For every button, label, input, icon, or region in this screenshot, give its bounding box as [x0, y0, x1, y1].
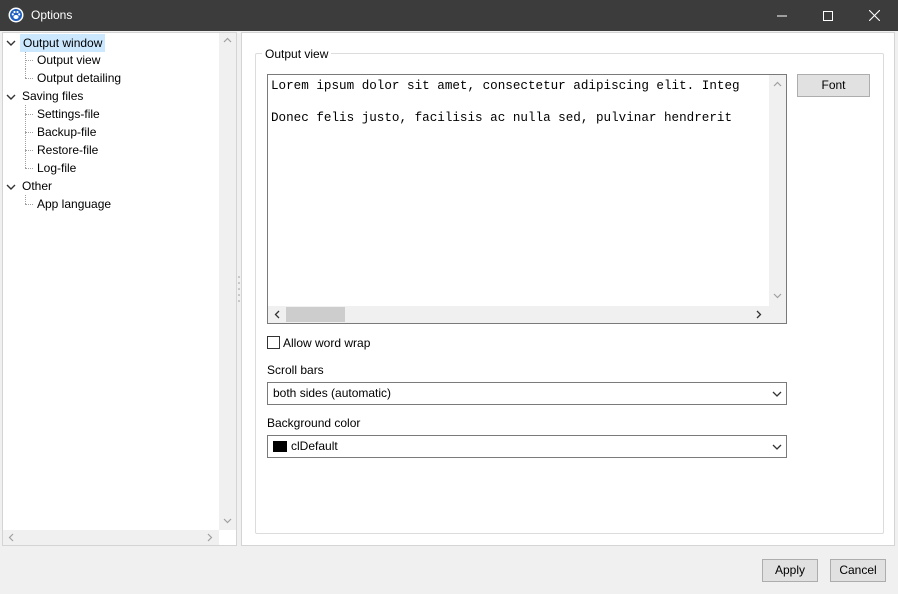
memo-line: Lorem ipsum dolor sit amet, consectetur … [271, 79, 740, 93]
title-bar: Options [0, 0, 898, 31]
tree-item-restore-file[interactable]: Restore-file [35, 142, 100, 160]
memo-horizontal-scrollbar[interactable] [268, 306, 769, 323]
paw-app-icon [8, 7, 24, 23]
minimize-button[interactable] [759, 0, 805, 31]
tree-item-saving-files[interactable]: Saving files [20, 88, 85, 106]
chevron-up-icon[interactable] [773, 81, 782, 87]
scroll-bars-label: Scroll bars [267, 363, 324, 377]
tree-vertical-scrollbar[interactable] [219, 33, 236, 530]
chevron-right-icon[interactable] [207, 533, 213, 542]
chevron-down-icon[interactable] [5, 91, 17, 103]
options-tree[interactable]: Output window Output view Output detaili… [2, 32, 237, 546]
tree-item-other[interactable]: Other [20, 178, 54, 196]
chevron-down-icon [772, 444, 782, 450]
tree-horizontal-scrollbar[interactable] [3, 530, 219, 545]
minimize-icon [777, 15, 787, 16]
grip-icon [238, 276, 240, 302]
chevron-down-icon [772, 391, 782, 397]
chevron-down-icon[interactable] [223, 518, 232, 524]
window-title: Options [31, 8, 73, 22]
close-icon [868, 10, 880, 21]
word-wrap-checkbox[interactable] [267, 336, 280, 349]
scroll-thumb[interactable] [286, 307, 345, 322]
scroll-corner [769, 306, 786, 323]
word-wrap-label[interactable]: Allow word wrap [283, 336, 370, 350]
chevron-down-icon[interactable] [773, 293, 782, 299]
settings-panel: Output view Lorem ipsum dolor sit amet, … [241, 32, 895, 546]
tree-item-output-window[interactable]: Output window [20, 34, 106, 52]
chevron-up-icon[interactable] [223, 37, 232, 43]
chevron-left-icon[interactable] [274, 310, 280, 319]
memo-line: Donec felis justo, facilisis ac nulla se… [271, 111, 733, 125]
scroll-bars-select[interactable]: both sides (automatic) [267, 382, 787, 405]
tree-item-output-view[interactable]: Output view [35, 52, 102, 70]
chevron-right-icon[interactable] [756, 310, 762, 319]
color-swatch [273, 441, 287, 452]
close-button[interactable] [851, 0, 897, 31]
background-color-value: clDefault [291, 439, 338, 453]
maximize-icon [823, 10, 833, 21]
maximize-button[interactable] [805, 0, 851, 31]
chevron-down-icon[interactable] [5, 37, 17, 49]
output-preview-memo[interactable]: Lorem ipsum dolor sit amet, consectetur … [267, 74, 787, 324]
tree-item-log-file[interactable]: Log-file [35, 160, 78, 178]
group-title: Output view [262, 47, 332, 61]
tree-item-settings-file[interactable]: Settings-file [35, 106, 102, 124]
memo-vertical-scrollbar[interactable] [769, 75, 786, 306]
font-button[interactable]: Font [797, 74, 870, 97]
background-color-select[interactable]: clDefault [267, 435, 787, 458]
tree-item-app-language[interactable]: App language [35, 196, 113, 214]
background-color-label: Background color [267, 416, 361, 430]
apply-button[interactable]: Apply [762, 559, 818, 582]
chevron-down-icon[interactable] [5, 181, 17, 193]
tree-item-backup-file[interactable]: Backup-file [35, 124, 98, 142]
scroll-bars-value: both sides (automatic) [273, 386, 392, 400]
dialog-footer: Apply Cancel [0, 546, 898, 594]
chevron-left-icon[interactable] [8, 533, 14, 542]
cancel-button[interactable]: Cancel [830, 559, 886, 582]
tree-item-output-detailing[interactable]: Output detailing [35, 70, 123, 88]
